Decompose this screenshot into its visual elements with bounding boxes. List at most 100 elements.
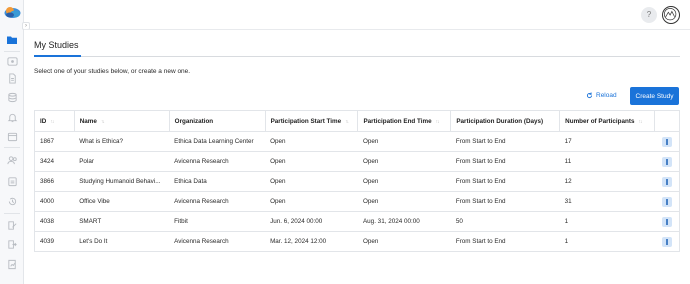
top-bar [24, 0, 690, 30]
cell-organization: Avicenna Research [169, 231, 266, 252]
users-icon[interactable] [5, 153, 19, 167]
column-header-id[interactable]: ID ↑↓ [34, 110, 75, 132]
cell-participants: 1 [559, 231, 655, 252]
schedule-icon[interactable] [5, 174, 19, 188]
cell-participants: 31 [559, 191, 655, 212]
cell-start-time: Jun. 6, 2024 00:00 [265, 211, 358, 232]
cell-name: What is Ethica? [74, 131, 170, 152]
column-header-name[interactable]: Name ↑↓ [74, 110, 170, 132]
column-header-start-time[interactable]: Participation Start Time ↑↓ [265, 110, 359, 132]
table-row[interactable]: 3866 Studying Humanoid Behavi... Ethica … [34, 171, 680, 192]
sort-icon: ↑↓ [50, 118, 54, 125]
cell-name: SMART [74, 211, 170, 232]
sidebar-divider [4, 51, 20, 52]
cell-organization: Ethica Data [169, 171, 266, 192]
create-study-button[interactable]: Create Study [630, 87, 679, 105]
cell-actions [654, 151, 680, 172]
more-actions-icon[interactable] [661, 216, 672, 227]
more-actions-icon[interactable] [661, 176, 672, 187]
cell-end-time: Aug. 31, 2024 00:00 [357, 211, 451, 232]
reload-button[interactable]: Reload [586, 92, 617, 99]
report-icon[interactable] [5, 257, 19, 271]
dashboard-icon[interactable] [5, 54, 19, 68]
table-row[interactable]: 1867 What is Ethica? Ethica Data Learnin… [34, 131, 680, 152]
cell-duration: 50 [450, 211, 560, 232]
cell-actions [654, 211, 680, 232]
logo-icon[interactable] [4, 5, 21, 19]
cell-start-time: Open [265, 191, 358, 212]
cell-name: Studying Humanoid Behavi... [74, 171, 170, 192]
cell-organization: Fitbit [169, 211, 266, 232]
cell-start-time: Open [265, 171, 358, 192]
document-icon[interactable] [5, 71, 19, 85]
cell-participants: 17 [559, 131, 655, 152]
cell-duration: From Start to End [450, 231, 560, 252]
more-actions-icon[interactable] [661, 196, 672, 207]
sort-icon: ↑↓ [100, 118, 105, 125]
sort-icon: ↑↓ [345, 118, 349, 125]
cell-organization: Avicenna Research [169, 151, 266, 172]
cell-actions [654, 231, 680, 252]
cell-actions [654, 131, 680, 152]
reload-label: Reload [596, 92, 617, 99]
column-header-duration[interactable]: Participation Duration (Days) [450, 110, 561, 132]
cell-actions [654, 171, 680, 192]
cell-duration: From Start to End [450, 131, 560, 152]
column-header-actions [654, 110, 680, 132]
column-header-end-time[interactable]: Participation End Time ↑↓ [357, 110, 452, 132]
bell-icon[interactable] [5, 110, 19, 124]
cell-start-time: Open [265, 131, 358, 152]
column-header-participants[interactable]: Number of Participants ↑↓ [559, 110, 656, 132]
title-divider [34, 56, 680, 57]
cell-start-time: Mar. 12, 2024 12:00 [265, 231, 358, 252]
cell-id: 4038 [34, 211, 75, 232]
edit-icon[interactable] [5, 218, 19, 232]
cell-participants: 12 [559, 171, 655, 192]
cell-end-time: Open [357, 191, 451, 212]
cell-end-time: Open [357, 171, 451, 192]
table-row[interactable]: 4000 Office Vibe Avicenna Research Open … [34, 191, 680, 212]
more-actions-icon[interactable] [661, 136, 672, 147]
cell-id: 3866 [34, 171, 75, 192]
cell-end-time: Open [357, 151, 451, 172]
sort-icon: ↑↓ [638, 118, 642, 125]
cell-duration: From Start to End [450, 171, 560, 192]
cell-name: Office Vibe [74, 191, 170, 212]
calendar-icon[interactable] [5, 129, 19, 143]
cell-id: 1867 [34, 131, 75, 152]
studies-table: ID ↑↓ Name ↑↓ Organization Participation S… [34, 110, 680, 252]
cell-name: Let's Do It [74, 231, 170, 252]
cell-duration: From Start to End [450, 191, 560, 212]
avatar[interactable] [662, 6, 680, 24]
sort-icon: ↑↓ [435, 118, 440, 125]
reload-icon [586, 92, 593, 99]
active-tab-indicator [34, 55, 81, 57]
sidebar-divider [4, 147, 20, 148]
cell-duration: From Start to End [450, 151, 560, 172]
cell-start-time: Open [265, 151, 358, 172]
cell-id: 4000 [34, 191, 75, 212]
folder-icon[interactable] [5, 33, 19, 47]
table-header-row: ID ↑↓ Name ↑↓ Organization Participation S… [34, 110, 680, 132]
cell-end-time: Open [357, 131, 451, 152]
cell-actions [654, 191, 680, 212]
cell-end-time: Open [357, 231, 451, 252]
more-actions-icon[interactable] [661, 156, 672, 167]
cell-organization: Ethica Data Learning Center [169, 131, 266, 152]
export-icon[interactable] [5, 237, 19, 251]
column-header-organization[interactable]: Organization [169, 110, 266, 132]
table-row[interactable]: 3424 Polar Avicenna Research Open Open F… [34, 151, 680, 172]
help-button[interactable]: ? [641, 7, 657, 23]
database-icon[interactable] [5, 90, 19, 104]
cell-id: 3424 [34, 151, 75, 172]
page-title: My Studies [34, 40, 79, 50]
cell-organization: Avicenna Research [169, 191, 266, 212]
history-icon[interactable] [5, 194, 19, 208]
cell-participants: 1 [559, 211, 655, 232]
page-subtitle: Select one of your studies below, or cre… [34, 68, 191, 75]
table-row[interactable]: 4038 SMART Fitbit Jun. 6, 2024 00:00 Aug… [34, 211, 680, 232]
cell-participants: 11 [559, 151, 655, 172]
sidebar-divider [4, 213, 20, 214]
more-actions-icon[interactable] [661, 236, 672, 247]
table-row[interactable]: 4039 Let's Do It Avicenna Research Mar. … [34, 231, 680, 252]
